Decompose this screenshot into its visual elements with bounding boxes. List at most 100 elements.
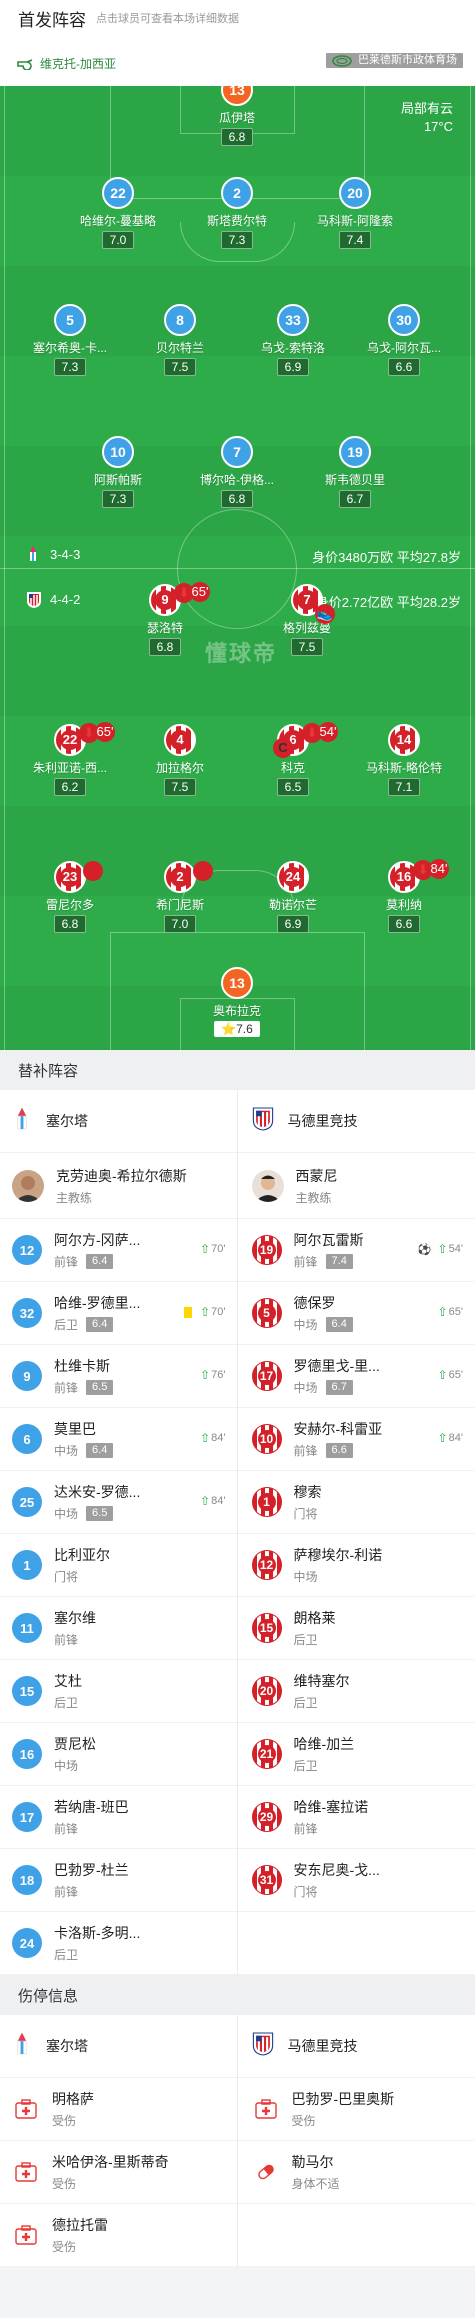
away-injury[interactable]: 勒马尔 身体不适 bbox=[238, 2141, 475, 2203]
home-sub-player[interactable]: 25 达米安-罗德... 中场 6.5 ⇧ 84' bbox=[0, 1471, 238, 1533]
away-player[interactable]: 16 ⬇ 84' 莫利纳 6.6 bbox=[344, 859, 464, 933]
home-sub-player[interactable]: 16 贾尼松 中场 bbox=[0, 1723, 238, 1785]
away-coach[interactable]: 西蒙尼 主教练 bbox=[238, 1153, 475, 1218]
home-coach[interactable]: 克劳迪奥-希拉尔德斯 主教练 bbox=[0, 1153, 238, 1218]
player-name: 朱利亚诺-西... bbox=[33, 761, 107, 775]
jersey-number: 32 bbox=[12, 1298, 42, 1328]
player-name: 勒诺尔芒 bbox=[268, 898, 317, 912]
home-sub-player[interactable]: 1 比利亚尔 门将 bbox=[0, 1534, 238, 1596]
player-name: 塞尔希奥-卡... bbox=[33, 341, 107, 355]
jersey-number: 6 bbox=[12, 1424, 42, 1454]
home-sub-player[interactable]: 9 杜维卡斯 前锋 6.5 ⇧ 76' bbox=[0, 1345, 238, 1407]
home-sub-player[interactable]: 15 艾杜 后卫 bbox=[0, 1660, 238, 1722]
away-sub-player[interactable]: 15 朗格莱 后卫 bbox=[238, 1597, 475, 1659]
sub-in-icon: ⇧ bbox=[437, 1431, 448, 1445]
away-player[interactable]: 6 ⬇ 54' C 科克 6.5 bbox=[233, 722, 353, 796]
home-sub-player[interactable]: 12 阿尔方-冈萨... 前锋 6.4 ⇧ 70' bbox=[0, 1219, 238, 1281]
player-name: 穆索 bbox=[293, 1484, 322, 1500]
player-name: 贾尼松 bbox=[54, 1736, 96, 1752]
away-sub-player[interactable]: 17 罗德里戈-里... 中场 6.7 ⇧ 65' bbox=[238, 1345, 475, 1407]
number-text: 2 bbox=[170, 867, 190, 887]
away-player[interactable]: 7 👟 格列兹曼 7.5 bbox=[247, 584, 367, 656]
sub-row: 6 莫里巴 中场 6.4 ⇧ 84' 10 安赫尔-科雷亚 前锋 6.6 ⇧ 84' bbox=[0, 1408, 475, 1471]
away-player[interactable]: 13 奥布拉克 ⭐7.6 bbox=[177, 967, 297, 1038]
number-text: 21 bbox=[257, 1745, 276, 1763]
player-rating: 7.4 bbox=[325, 1254, 353, 1269]
player-rating: 6.8 bbox=[220, 128, 254, 146]
player-rating: 7.3 bbox=[53, 358, 87, 376]
yellow-card-icon bbox=[184, 1306, 193, 1318]
home-player[interactable]: 8 贝尔特兰 7.5 bbox=[120, 304, 240, 376]
celta-crest-icon bbox=[26, 546, 40, 565]
player-position: 中场 bbox=[54, 1507, 79, 1521]
rating-value: 7.6 bbox=[236, 1022, 253, 1036]
home-player[interactable]: 5 塞尔希奥-卡... 7.3 bbox=[10, 304, 130, 376]
sub-minute: 76' bbox=[211, 1369, 226, 1381]
home-player[interactable]: 13 瓜伊塔 6.8 bbox=[177, 86, 297, 146]
home-player[interactable]: 30 乌戈-阿尔瓦... 6.6 bbox=[344, 304, 464, 376]
away-player[interactable]: 22 ⬇ 65' 朱利亚诺-西... 6.2 bbox=[10, 722, 130, 796]
away-sub-player[interactable]: 21 哈维-加兰 后卫 bbox=[238, 1723, 475, 1785]
home-player[interactable]: 10 阿斯帕斯 7.3 bbox=[58, 436, 178, 508]
away-injury[interactable]: 巴勃罗-巴里奥斯 受伤 bbox=[238, 2078, 475, 2140]
sub-in-icon: ⇧ bbox=[200, 1431, 211, 1445]
home-sub-player[interactable]: 11 塞尔维 前锋 bbox=[0, 1597, 238, 1659]
home-sub-player[interactable]: 6 莫里巴 中场 6.4 ⇧ 84' bbox=[0, 1408, 238, 1470]
number-text: 4 bbox=[170, 730, 190, 750]
sub-row: 25 达米安-罗德... 中场 6.5 ⇧ 84' 1 穆索 门将 bbox=[0, 1471, 475, 1534]
away-sub-player[interactable]: 20 维特塞尔 后卫 bbox=[238, 1660, 475, 1722]
home-player[interactable]: 2 斯塔费尔特 7.3 bbox=[177, 177, 297, 249]
home-player[interactable]: 33 乌戈-索特洛 6.9 bbox=[233, 304, 353, 376]
jersey-number: 5 bbox=[251, 1298, 282, 1328]
away-sub-player[interactable]: 31 安东尼奥-戈... 门将 bbox=[238, 1849, 475, 1911]
yellow-card-icon bbox=[83, 861, 103, 881]
away-player[interactable]: 23 雷尼尔多 6.8 bbox=[10, 861, 130, 933]
home-player[interactable]: 19 斯韦德贝里 6.7 bbox=[295, 436, 415, 508]
player-name: 莫利纳 bbox=[385, 898, 422, 912]
away-sub-player[interactable]: 29 哈维-塞拉诺 前锋 bbox=[238, 1786, 475, 1848]
player-name: 巴勃罗-巴里奥斯 bbox=[291, 2091, 395, 2107]
jersey-number: 8 bbox=[164, 304, 196, 336]
player-name: 巴勃罗-杜兰 bbox=[54, 1862, 129, 1878]
atletico-crest-icon bbox=[252, 2031, 274, 2062]
away-sub-player[interactable]: 19 阿尔瓦雷斯 前锋 7.4 ⚽ ⇧ 54' bbox=[238, 1219, 475, 1281]
jersey-number: 4 bbox=[164, 724, 196, 756]
home-injury[interactable]: 米哈伊洛-里斯蒂奇 受伤 bbox=[0, 2141, 238, 2203]
player-name: 哈维-罗德里... bbox=[54, 1295, 141, 1311]
away-player[interactable]: 24 勒诺尔芒 6.9 bbox=[233, 861, 353, 933]
player-name: 安东尼奥-戈... bbox=[293, 1862, 380, 1878]
away-player[interactable]: 4 加拉格尔 7.5 bbox=[120, 724, 240, 796]
away-sub-player[interactable]: 5 德保罗 中场 6.4 ⇧ 65' bbox=[238, 1282, 475, 1344]
player-rating: 7.0 bbox=[101, 231, 135, 249]
sub-in-marker: ⇧ 70' bbox=[200, 1242, 225, 1256]
referee-name: 维克托-加西亚 bbox=[40, 57, 116, 71]
player-position: 中场 bbox=[293, 1381, 318, 1395]
away-sub-player[interactable]: 10 安赫尔-科雷亚 前锋 6.6 ⇧ 84' bbox=[238, 1408, 475, 1470]
away-sub-player[interactable]: 12 萨穆埃尔-利诺 中场 bbox=[238, 1534, 475, 1596]
home-injury[interactable]: 德拉托雷 受伤 bbox=[0, 2204, 238, 2266]
home-sub-player[interactable]: 18 巴勃罗-杜兰 前锋 bbox=[0, 1849, 238, 1911]
player-position: 中场 bbox=[54, 1759, 79, 1773]
home-sub-player[interactable]: 17 若纳唐-班巴 前锋 bbox=[0, 1786, 238, 1848]
away-player[interactable]: 2 希门尼斯 7.0 bbox=[120, 861, 240, 933]
player-position: 后卫 bbox=[293, 1633, 318, 1647]
home-sub-player[interactable]: 32 哈维-罗德里... 后卫 6.4 ⇧ 70' bbox=[0, 1282, 238, 1344]
away-player[interactable]: 14 马科斯-略伦特 7.1 bbox=[344, 724, 464, 796]
player-position: 前锋 bbox=[54, 1633, 79, 1647]
player-rating: 6.6 bbox=[387, 358, 421, 376]
player-position: 中场 bbox=[54, 1444, 79, 1458]
match-info-bar: 维克托-加西亚 巴莱德斯市政体育场 bbox=[0, 36, 475, 86]
injury-row: 明格萨 受伤 巴勃罗-巴里奥斯 受伤 bbox=[0, 2078, 475, 2141]
sub-minute: 65' bbox=[190, 582, 210, 602]
home-injury[interactable]: 明格萨 受伤 bbox=[0, 2078, 238, 2140]
away-sub-player[interactable]: 1 穆索 门将 bbox=[238, 1471, 475, 1533]
jersey-number: 17 bbox=[12, 1802, 42, 1832]
away-player[interactable]: 9 ⬇ 65' 瑟洛特 6.8 bbox=[105, 582, 225, 656]
home-player[interactable]: 22 哈维尔-蔓基略 7.0 bbox=[58, 177, 178, 249]
home-player[interactable]: 7 博尔哈-伊格... 6.8 bbox=[177, 436, 297, 508]
home-player[interactable]: 20 马科斯-阿隆索 7.4 bbox=[295, 177, 415, 249]
jersey-number: 7 👟 bbox=[291, 584, 335, 624]
player-rating: 6.9 bbox=[276, 358, 310, 376]
home-sub-player[interactable]: 24 卡洛斯-多明... 后卫 bbox=[0, 1912, 238, 1974]
player-position: 前锋 bbox=[293, 1822, 318, 1836]
